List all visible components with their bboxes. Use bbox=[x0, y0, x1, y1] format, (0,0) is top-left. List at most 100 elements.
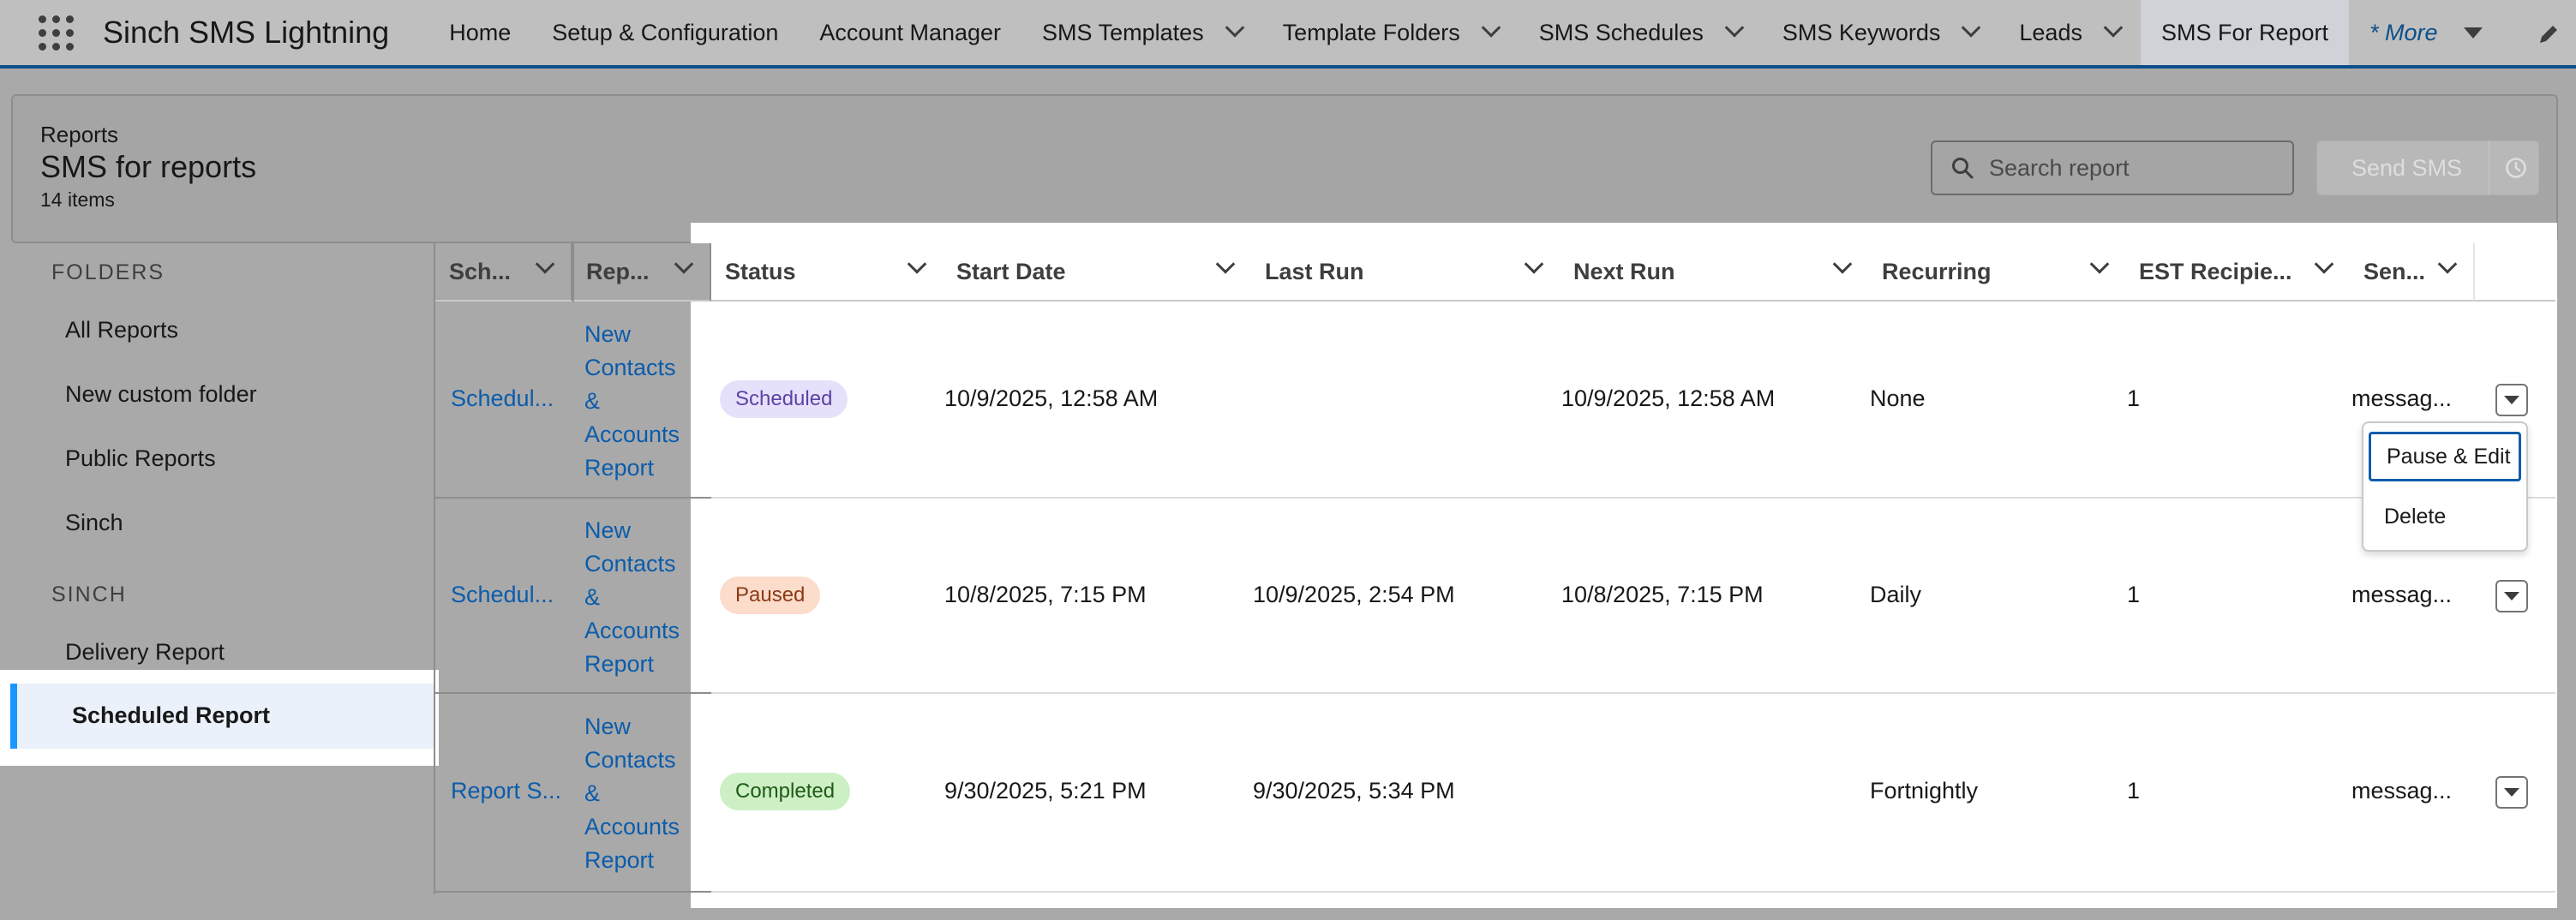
folder-new-custom-folder[interactable]: New custom folder bbox=[65, 381, 257, 408]
nav-item-template-folders[interactable]: Template Folders bbox=[1262, 0, 1519, 65]
caret-down-icon bbox=[2504, 592, 2519, 600]
folder-public-reports[interactable]: Public Reports bbox=[65, 445, 216, 472]
folder-label: Scheduled Report bbox=[72, 702, 271, 728]
menu-item-pause-edit[interactable]: Pause & Edit bbox=[2369, 432, 2521, 481]
edit-nav-pencil-icon[interactable] bbox=[2537, 22, 2561, 46]
report-name-line: New bbox=[584, 517, 632, 543]
report-name-line: Contacts bbox=[584, 355, 676, 380]
folder-scheduled-report[interactable]: Scheduled Report bbox=[10, 684, 435, 749]
nav-item-sms-for-report[interactable]: SMS For Report bbox=[2140, 0, 2350, 65]
column-header-start-date[interactable]: Start Date bbox=[943, 243, 1251, 302]
column-header-sender[interactable]: Sen... bbox=[2350, 243, 2473, 302]
nav-item-leads[interactable]: Leads bbox=[1998, 0, 2141, 65]
folder-delivery-report[interactable]: Delivery Report bbox=[65, 639, 225, 666]
chevron-down-icon[interactable] bbox=[1481, 18, 1501, 38]
chevron-down-icon[interactable] bbox=[907, 254, 927, 274]
nav-item-label: SMS Templates bbox=[1042, 19, 1204, 45]
report-name-line: Contacts bbox=[584, 747, 676, 773]
global-nav: Sinch SMS Lightning Home Setup & Configu… bbox=[0, 0, 2576, 69]
last-run-cell: 9/30/2025, 5:34 PM bbox=[1253, 778, 1455, 804]
send-sms-label: Send SMS bbox=[2351, 154, 2463, 181]
chevron-down-icon[interactable] bbox=[674, 254, 694, 274]
column-header-recurring[interactable]: Recurring bbox=[1868, 243, 2125, 302]
page-eyebrow: Reports bbox=[40, 122, 119, 147]
nav-item-sms-templates[interactable]: SMS Templates bbox=[1021, 0, 1262, 65]
sender-cell: messag... bbox=[2351, 385, 2453, 411]
row-divider bbox=[435, 497, 711, 499]
row-divider bbox=[711, 891, 2555, 893]
schedule-name-link[interactable]: Schedul... bbox=[451, 385, 554, 412]
row-actions-menu: Pause & Edit Delete bbox=[2362, 421, 2528, 552]
start-date-cell: 9/30/2025, 5:21 PM bbox=[944, 778, 1147, 804]
report-name-line: Report bbox=[584, 651, 655, 677]
start-date-cell: 10/8/2025, 7:15 PM bbox=[944, 582, 1147, 607]
report-name-line: Accounts bbox=[584, 814, 680, 839]
search-input[interactable] bbox=[1989, 154, 2280, 182]
chevron-down-icon[interactable] bbox=[1215, 254, 1236, 274]
nav-more-menu[interactable]: * More bbox=[2349, 0, 2503, 65]
column-header-est-recipients[interactable]: EST Recipie... bbox=[2125, 243, 2350, 302]
column-header-last-run[interactable]: Last Run bbox=[1251, 243, 1560, 302]
column-header-status[interactable]: Status bbox=[711, 243, 943, 302]
chevron-down-icon[interactable] bbox=[2089, 254, 2110, 274]
column-divider bbox=[572, 243, 574, 302]
column-header-next-run[interactable]: Next Run bbox=[1560, 243, 1868, 302]
nav-item-label: Leads bbox=[2019, 19, 2082, 45]
page-title: SMS for reports bbox=[40, 149, 257, 184]
nav-item-label: SMS Schedules bbox=[1538, 19, 1704, 45]
send-sms-button[interactable]: Send SMS bbox=[2316, 140, 2539, 195]
est-recipients-cell: 1 bbox=[2127, 582, 2141, 607]
clock-icon[interactable] bbox=[2505, 157, 2527, 179]
report-name-line: New bbox=[584, 714, 632, 739]
caret-down-icon bbox=[2504, 788, 2519, 797]
menu-item-delete[interactable]: Delete bbox=[2369, 492, 2521, 541]
chevron-down-icon[interactable] bbox=[2314, 254, 2334, 274]
schedule-name-link[interactable]: Report S... bbox=[451, 778, 561, 804]
column-header-schedule[interactable]: Sch... bbox=[435, 243, 572, 302]
report-name-line: Report bbox=[584, 847, 655, 873]
nav-item-label: Template Folders bbox=[1282, 19, 1460, 45]
nav-item-sms-keywords[interactable]: SMS Keywords bbox=[1762, 0, 1999, 65]
column-header-report[interactable]: Rep... bbox=[572, 243, 711, 302]
sinch-heading: SINCH bbox=[51, 582, 127, 606]
chevron-down-icon[interactable] bbox=[1962, 18, 1981, 38]
chevron-down-icon[interactable] bbox=[535, 254, 555, 274]
report-name-link[interactable]: New Contacts & Accounts Report bbox=[584, 318, 680, 485]
column-header-actions bbox=[2473, 243, 2555, 302]
chevron-down-icon[interactable] bbox=[1832, 254, 1853, 274]
chevron-down-icon[interactable] bbox=[1225, 18, 1244, 38]
status-badge: Paused bbox=[720, 576, 821, 614]
report-name-link[interactable]: New Contacts & Accounts Report bbox=[584, 710, 680, 877]
status-badge: Completed bbox=[720, 773, 851, 810]
nav-item-label: Home bbox=[449, 19, 512, 45]
row-actions-button[interactable] bbox=[2495, 384, 2528, 416]
report-name-line: & bbox=[584, 388, 601, 414]
next-run-cell: 10/8/2025, 7:15 PM bbox=[1561, 582, 1764, 607]
report-name-line: Accounts bbox=[584, 618, 680, 643]
row-actions-button[interactable] bbox=[2495, 776, 2528, 809]
nav-item-sms-schedules[interactable]: SMS Schedules bbox=[1519, 0, 1762, 65]
report-name-link[interactable]: New Contacts & Accounts Report bbox=[584, 514, 680, 681]
report-name-line: & bbox=[584, 780, 601, 806]
column-label: Start Date bbox=[956, 258, 1066, 284]
chevron-down-icon[interactable] bbox=[1724, 18, 1745, 38]
row-actions-button[interactable] bbox=[2495, 580, 2528, 612]
folder-all-reports[interactable]: All Reports bbox=[65, 317, 178, 344]
app-launcher-icon[interactable] bbox=[36, 13, 75, 52]
nav-item-account-manager[interactable]: Account Manager bbox=[799, 0, 1021, 65]
reports-table: Sch... Rep... Status Start Date Last Run… bbox=[434, 243, 2555, 894]
nav-item-home[interactable]: Home bbox=[428, 0, 531, 65]
est-recipients-cell: 1 bbox=[2127, 385, 2141, 411]
nav-item-setup[interactable]: Setup & Configuration bbox=[531, 0, 799, 65]
start-date-cell: 10/9/2025, 12:58 AM bbox=[944, 385, 1159, 411]
column-label: Sen... bbox=[2363, 258, 2426, 284]
report-name-line: New bbox=[584, 321, 632, 347]
folder-sinch[interactable]: Sinch bbox=[65, 510, 123, 536]
status-badge: Scheduled bbox=[720, 380, 848, 418]
schedule-name-link[interactable]: Schedul... bbox=[451, 582, 554, 608]
search-report-field[interactable] bbox=[1931, 140, 2294, 195]
chevron-down-icon[interactable] bbox=[2437, 254, 2458, 274]
chevron-down-icon[interactable] bbox=[1524, 254, 1544, 274]
column-label: EST Recipie... bbox=[2139, 258, 2292, 284]
chevron-down-icon[interactable] bbox=[2103, 18, 2124, 38]
